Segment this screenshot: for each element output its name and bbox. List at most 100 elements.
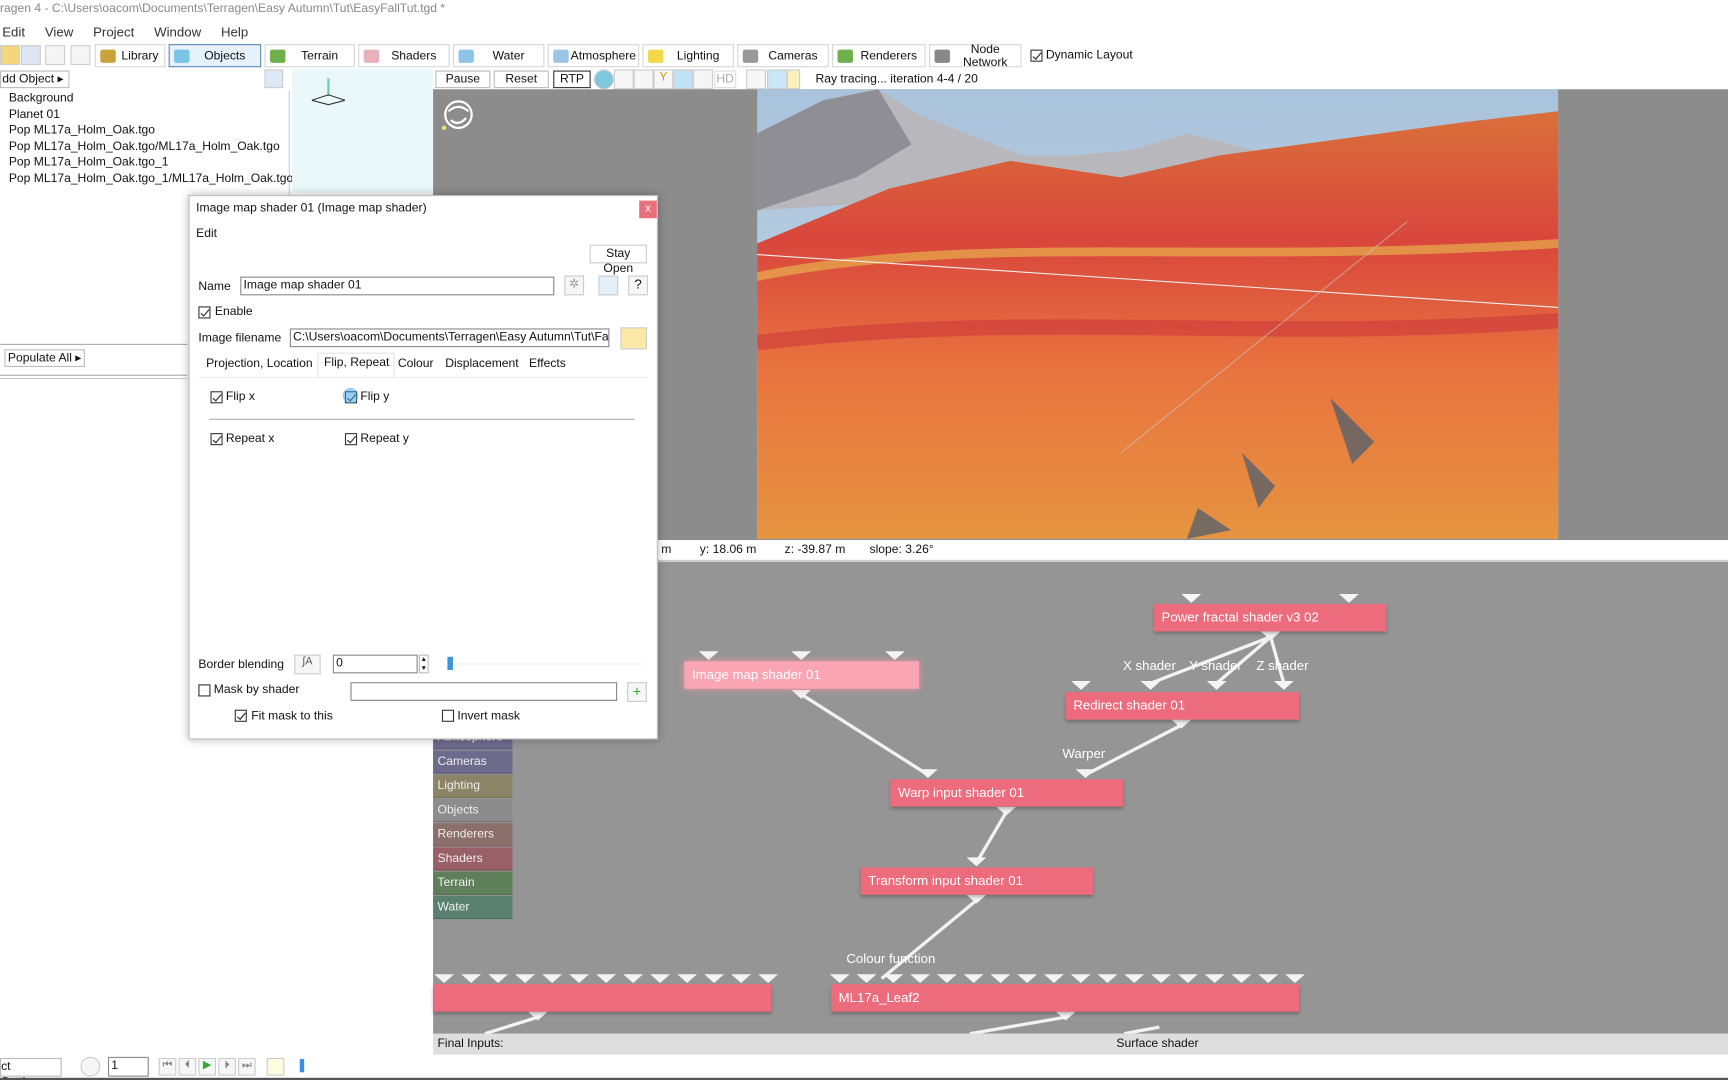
border-blending-input[interactable]: 0 [332, 654, 418, 674]
input-port[interactable] [434, 974, 455, 984]
invert-mask-checkbox[interactable] [441, 709, 455, 722]
border-blending-slider[interactable] [447, 656, 453, 671]
input-port[interactable] [758, 974, 779, 984]
input-port[interactable] [1151, 974, 1172, 984]
project-settings-button[interactable]: ct Settings... [0, 1057, 62, 1080]
input-port[interactable] [1338, 593, 1359, 603]
play-icon[interactable]: ▶ [198, 1057, 216, 1076]
input-port[interactable] [1140, 681, 1161, 690]
timeline-slider[interactable] [299, 1059, 305, 1073]
input-port[interactable] [1231, 974, 1252, 984]
tab-colour[interactable]: Colour [398, 357, 434, 370]
input-port[interactable] [650, 974, 671, 984]
prev-frame-icon[interactable]: ⏴ [178, 1057, 197, 1076]
input-port[interactable] [1204, 974, 1225, 984]
name-input[interactable]: Image map shader 01 [240, 276, 555, 296]
tab-displacement[interactable]: Displacement [445, 357, 518, 370]
add-shader-icon[interactable]: + [627, 682, 647, 702]
mask-shader-input[interactable] [350, 682, 618, 701]
palette-cameras[interactable]: Cameras [433, 750, 513, 774]
input-port[interactable] [829, 974, 850, 984]
node-power-fractal-shader[interactable]: Power fractal shader v3 02 [1153, 603, 1387, 632]
surface-shader-input[interactable]: Surface shader [1116, 1037, 1198, 1050]
input-port[interactable] [884, 651, 905, 661]
palette-shaders[interactable]: Shaders [433, 847, 513, 871]
repeat-x-label: Repeat x [225, 431, 275, 446]
input-port[interactable] [1075, 769, 1096, 779]
input-port[interactable] [731, 974, 752, 984]
palette-objects[interactable]: Objects [433, 798, 513, 823]
input-port[interactable] [596, 974, 617, 984]
input-port[interactable] [917, 769, 938, 779]
palette-lighting[interactable]: Lighting [433, 774, 513, 798]
frame-input[interactable]: 1 [107, 1056, 149, 1077]
node-image-map-shader[interactable]: Image map shader 01 [684, 661, 920, 689]
input-port[interactable] [1206, 681, 1227, 690]
node-transform-input-shader[interactable]: Transform input shader 01 [860, 867, 1094, 895]
input-port[interactable] [1285, 974, 1305, 984]
input-port[interactable] [990, 974, 1011, 984]
fit-mask-checkbox[interactable] [234, 709, 247, 722]
preview-icon[interactable] [598, 275, 619, 296]
input-port[interactable] [542, 974, 563, 984]
mask-by-shader-checkbox[interactable] [198, 684, 211, 697]
input-port[interactable] [569, 974, 590, 984]
input-port[interactable] [1070, 974, 1091, 984]
clock-icon[interactable] [80, 1056, 101, 1077]
close-icon[interactable]: x [639, 200, 657, 219]
repeat-y-checkbox[interactable] [344, 433, 358, 446]
tab-flip-repeat[interactable]: Flip, Repeat [324, 356, 389, 369]
input-port[interactable] [698, 651, 719, 661]
function-menu-icon[interactable]: ∫A [294, 654, 321, 675]
input-port[interactable] [1071, 681, 1092, 690]
image-filename-input[interactable]: C:\Users\oacom\Documents\Terragen\Easy A… [289, 328, 610, 348]
output-port[interactable] [996, 806, 1017, 816]
node-unnamed[interactable] [433, 984, 772, 1012]
input-port[interactable] [461, 974, 482, 984]
input-port[interactable] [1017, 974, 1038, 984]
input-port[interactable] [963, 974, 984, 984]
gear-menu-icon[interactable]: ✲ [564, 275, 585, 296]
node-warp-input-shader[interactable]: Warp input shader 01 [890, 779, 1123, 807]
last-frame-icon[interactable]: ⏭ [238, 1057, 256, 1076]
input-port[interactable] [966, 857, 987, 867]
tab-projection-location[interactable]: Projection, Location [206, 357, 312, 370]
frame-lock-icon[interactable] [266, 1057, 285, 1076]
enable-checkbox[interactable] [198, 306, 211, 319]
input-port[interactable] [488, 974, 509, 984]
flip-x-label: Flip x [225, 390, 255, 404]
dialog-menu-edit[interactable]: Edit [196, 227, 217, 240]
input-port[interactable] [856, 974, 877, 984]
input-port[interactable] [1044, 974, 1064, 984]
input-port[interactable] [1097, 974, 1118, 984]
first-frame-icon[interactable]: ⏮ [158, 1057, 177, 1076]
x-shader-label: X shader [1122, 657, 1176, 674]
input-port[interactable] [791, 651, 812, 661]
palette-terrain[interactable]: Terrain [433, 871, 513, 895]
input-port[interactable] [1177, 974, 1198, 984]
palette-renderers[interactable]: Renderers [433, 823, 513, 847]
input-port[interactable] [515, 974, 536, 984]
stay-open-button[interactable]: Stay Open [589, 244, 647, 276]
open-folder-icon[interactable] [620, 327, 647, 350]
input-port[interactable] [677, 974, 698, 984]
input-port[interactable] [883, 974, 904, 984]
input-port[interactable] [936, 974, 957, 984]
input-port[interactable] [1273, 681, 1294, 690]
input-port[interactable] [1124, 974, 1145, 984]
input-port[interactable] [910, 974, 931, 984]
help-button[interactable]: ? [628, 275, 648, 296]
node-redirect-shader[interactable]: Redirect shader 01 [1065, 692, 1300, 720]
flip-x-checkbox[interactable] [210, 391, 223, 404]
border-blending-stepper[interactable]: ▲ ▼ [418, 654, 429, 674]
palette-water[interactable]: Water [433, 895, 513, 920]
input-port[interactable] [704, 974, 725, 984]
output-port[interactable] [966, 894, 987, 904]
input-port[interactable] [1181, 593, 1202, 603]
next-frame-icon[interactable]: ⏵ [218, 1057, 236, 1076]
input-port[interactable] [1258, 974, 1279, 984]
node-ml17a-leaf2[interactable]: ML17a_Leaf2 [830, 984, 1300, 1012]
input-port[interactable] [623, 974, 644, 984]
repeat-x-checkbox[interactable] [210, 433, 223, 446]
tab-effects[interactable]: Effects [529, 357, 566, 370]
